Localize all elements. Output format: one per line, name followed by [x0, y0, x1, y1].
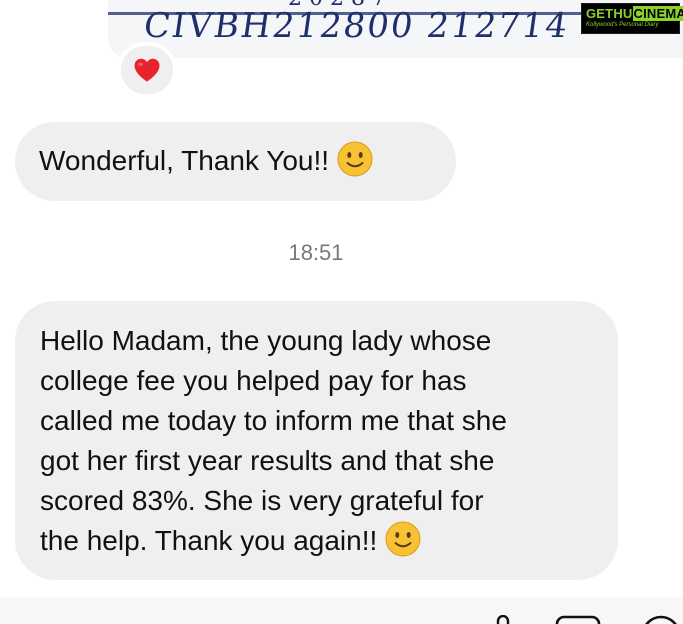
message-line-last: the help. Thank you again!! [40, 521, 598, 561]
message-bubble[interactable]: Hello Madam, the young lady whose colleg… [15, 301, 618, 580]
message-timestamp: 18:51 [288, 240, 344, 265]
message-line: got her first year results and that she [40, 445, 495, 476]
watermark-brand: GETHUCINEMA [586, 6, 683, 21]
message-bubble[interactable]: Wonderful, Thank You!! [15, 122, 456, 201]
message-line: college fee you helped pay for has [40, 365, 467, 396]
watermark-brand-part1: GETHU [586, 6, 633, 21]
composer-bar [0, 597, 683, 624]
message-line: called me today to inform me that she [40, 405, 507, 436]
sticker-icon[interactable] [637, 615, 683, 624]
message-line: the help. Thank you again!! [40, 525, 378, 556]
heart-reaction[interactable] [117, 42, 177, 98]
microphone-icon[interactable] [490, 615, 516, 624]
heart-icon [134, 58, 160, 82]
message-line: Hello Madam, the young lady whose [40, 325, 492, 356]
watermark-tagline: Kollywood's Personal Diary [586, 22, 659, 28]
photo-handwriting: CIVBH212800 212714 [141, 6, 572, 46]
slightly-smiling-face-icon [337, 141, 373, 177]
chat-screen: 2 0 2 8 7 CIVBH212800 212714 GETHUCINEMA… [0, 0, 683, 624]
message-line: scored 83%. She is very grateful for [40, 485, 484, 516]
watermark-brand-part2: CINEMA [632, 6, 683, 21]
watermark-logo: GETHUCINEMA Kollywood's Personal Diary [581, 3, 683, 34]
slightly-smiling-face-icon [385, 521, 421, 557]
message-text: Wonderful, Thank You!! [39, 145, 330, 176]
gallery-icon[interactable] [555, 615, 601, 624]
